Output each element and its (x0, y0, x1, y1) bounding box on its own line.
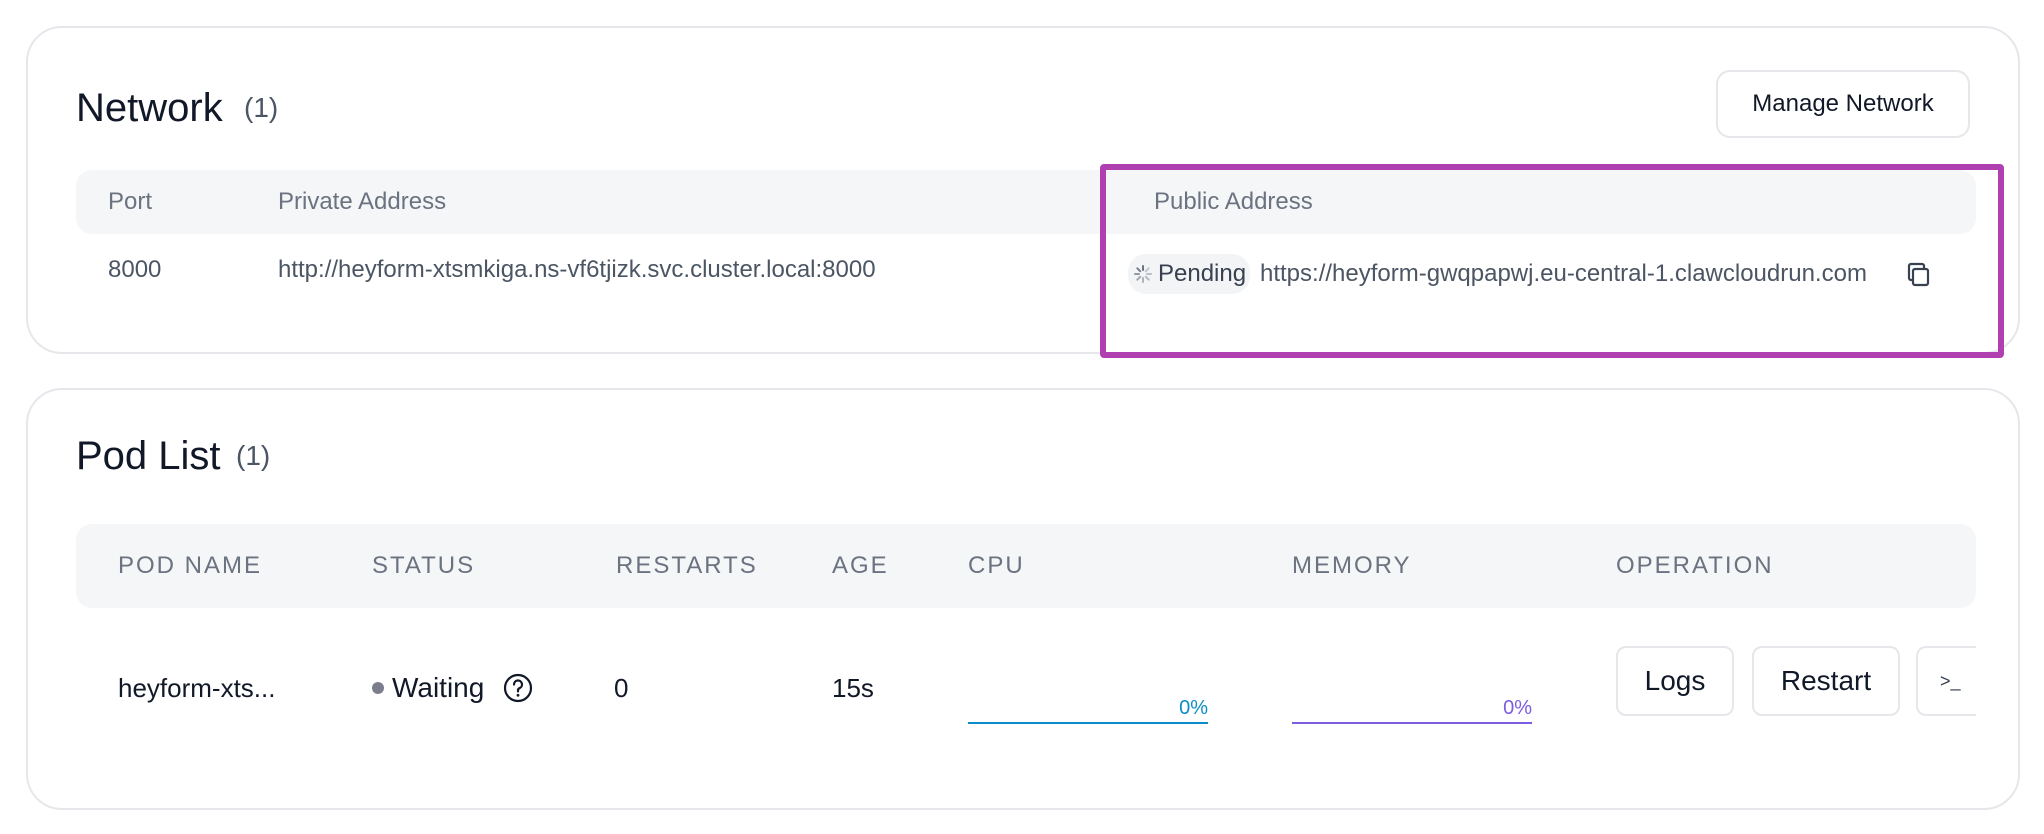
network-title: Network (76, 86, 223, 130)
memory-usage-bar (1292, 722, 1532, 724)
column-operation: OPERATION (1616, 552, 1774, 579)
cpu-usage-label: 0% (1179, 697, 1208, 719)
age-value: 15s (832, 673, 874, 703)
network-table-header: Port Private Address Public Address (76, 170, 1976, 234)
memory-usage-label: 0% (1503, 697, 1532, 719)
column-cpu: CPU (968, 552, 1025, 579)
column-public-address: Public Address (1154, 188, 1313, 215)
pod-table-header: POD NAME STATUS RESTARTS AGE CPU MEMORY … (76, 524, 1976, 608)
pending-status-badge: Pending (1128, 254, 1251, 294)
restarts-value: 0 (614, 673, 629, 703)
terminal-icon: >_ (1940, 670, 1961, 691)
column-private-address: Private Address (278, 188, 447, 215)
column-restarts: RESTARTS (616, 552, 758, 579)
column-age: AGE (832, 552, 889, 579)
pod-name[interactable]: heyform-xts... (118, 668, 275, 708)
column-status: STATUS (372, 552, 476, 579)
spinner-icon (1134, 265, 1152, 283)
cpu-usage-bar (968, 722, 1208, 724)
private-address-value[interactable]: http://heyform-xtsmkiga.ns-vf6tjizk.svc.… (278, 250, 876, 290)
pod-list-title: Pod List (76, 434, 221, 478)
copy-icon[interactable] (1904, 260, 1934, 290)
column-port: Port (108, 188, 153, 215)
help-icon[interactable] (502, 672, 534, 704)
pod-list-card: Pod List (1) POD NAME STATUS RESTARTS AG… (26, 388, 2020, 810)
pod-status: Waiting (392, 672, 485, 703)
column-memory: MEMORY (1292, 552, 1412, 579)
port-value: 8000 (108, 256, 162, 283)
terminal-button[interactable]: >_ (1916, 646, 1976, 716)
pod-list-count: (1) (236, 440, 271, 471)
manage-network-button[interactable]: Manage Network (1716, 70, 1970, 138)
logs-button[interactable]: Logs (1616, 646, 1734, 716)
pending-label: Pending (1158, 260, 1247, 287)
network-card: Network (1) Manage Network Port Private … (26, 26, 2020, 358)
network-count: (1) (244, 92, 279, 123)
status-dot (372, 682, 384, 694)
public-address-link[interactable]: https://heyform-gwqpapwj.eu-central-1.cl… (1260, 254, 1892, 294)
restart-button[interactable]: Restart (1752, 646, 1900, 716)
column-pod-name: POD NAME (118, 552, 263, 579)
